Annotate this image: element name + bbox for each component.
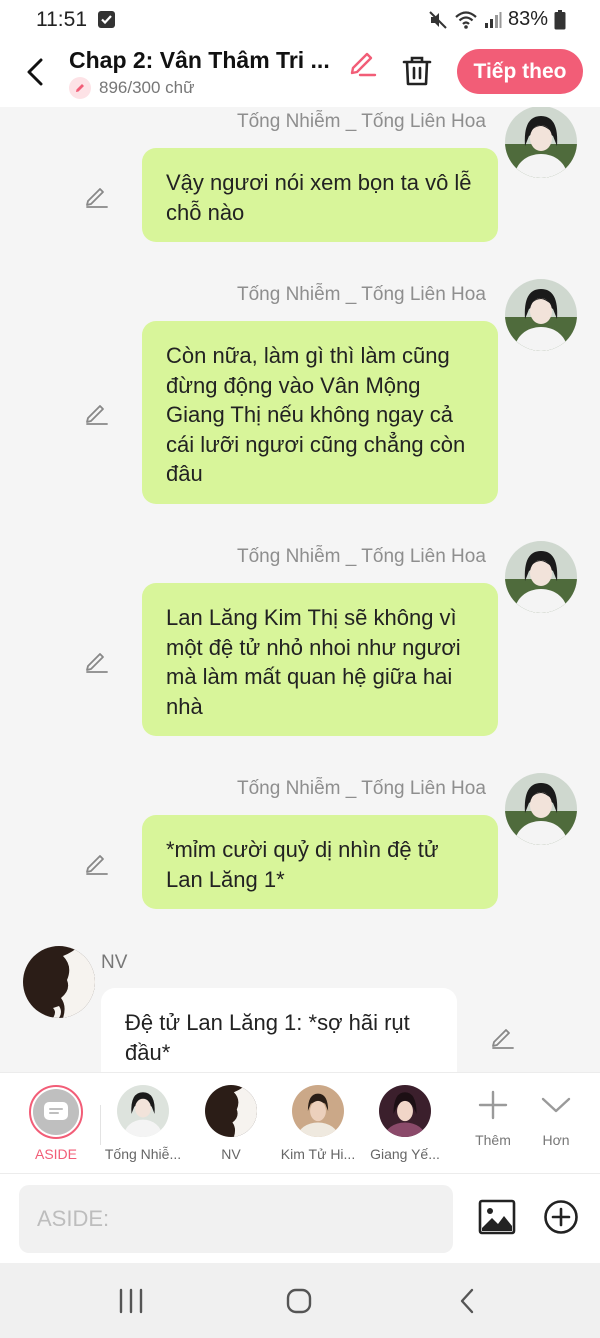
notification-check-icon xyxy=(98,11,115,28)
character-label: Giang Yế... xyxy=(370,1146,440,1162)
chat-area[interactable]: Tống Nhiễm _ Tống Liên Hoa Vậy ngươi nói… xyxy=(0,107,600,1072)
signal-icon xyxy=(484,11,502,28)
character-label: Kim Tử Hi... xyxy=(280,1146,356,1162)
message-sender: NV xyxy=(101,952,128,973)
avatar[interactable] xyxy=(23,946,95,1018)
character-nv[interactable]: NV xyxy=(191,1085,271,1162)
edit-pencil-icon xyxy=(350,52,377,77)
message-bubble[interactable]: Vậy ngươi nói xem bọn ta vô lễ chỗ nào xyxy=(142,148,498,242)
aside-bubble-icon xyxy=(44,1102,68,1120)
trash-icon xyxy=(402,56,432,86)
character-label: Tống Nhiễ... xyxy=(104,1146,182,1162)
avatar xyxy=(379,1085,431,1137)
avatar[interactable] xyxy=(505,279,577,351)
message-bubble[interactable]: *mỉm cười quỷ dị nhìn đệ tử Lan Lăng 1* xyxy=(142,815,498,909)
message-bubble[interactable]: Đệ tử Lan Lăng 1: *sợ hãi rụt đầu* xyxy=(101,988,457,1072)
back-button[interactable] xyxy=(20,52,50,92)
chevron-down-icon xyxy=(541,1097,571,1113)
recent-apps-button[interactable] xyxy=(111,1283,151,1319)
more-label: Hơn xyxy=(542,1132,570,1148)
add-character-button[interactable]: Thêm xyxy=(463,1089,523,1148)
pencil-badge-icon xyxy=(69,77,91,99)
mute-icon xyxy=(429,10,447,29)
insert-image-button[interactable] xyxy=(478,1198,516,1236)
next-button[interactable]: Tiếp theo xyxy=(457,49,583,94)
recent-apps-icon xyxy=(119,1288,143,1314)
plus-icon xyxy=(478,1090,508,1120)
aside-input[interactable] xyxy=(19,1185,453,1253)
home-icon xyxy=(286,1288,312,1314)
status-time: 11:51 xyxy=(36,8,87,31)
character-giang-yem-ly[interactable]: Giang Yế... xyxy=(365,1085,445,1162)
avatar[interactable] xyxy=(505,541,577,613)
edit-message-icon[interactable] xyxy=(84,182,110,208)
back-chevron-icon xyxy=(460,1288,474,1314)
battery-percent: 83% xyxy=(507,8,548,30)
add-content-button[interactable] xyxy=(543,1199,579,1235)
battery-icon xyxy=(554,9,566,29)
message-sender: Tống Nhiễm _ Tống Liên Hoa xyxy=(237,111,486,132)
avatar xyxy=(292,1085,344,1137)
add-label: Thêm xyxy=(475,1132,511,1148)
avatar[interactable] xyxy=(505,773,577,845)
character-selector: ASIDE Tống Nhiễ... NV Kim Tử Hi... Giang… xyxy=(0,1072,600,1173)
character-aside[interactable]: ASIDE xyxy=(16,1085,96,1162)
character-label: NV xyxy=(221,1146,241,1162)
message-sender: Tống Nhiễm _ Tống Liên Hoa xyxy=(237,546,486,567)
wifi-icon xyxy=(455,10,477,29)
edit-message-icon[interactable] xyxy=(84,647,110,673)
plus-circle-icon xyxy=(544,1200,578,1234)
character-label: ASIDE xyxy=(34,1146,77,1162)
message-bubble[interactable]: Còn nữa, làm gì thì làm cũng đừng động v… xyxy=(142,321,498,504)
avatar[interactable] xyxy=(505,107,577,178)
status-bar: 11:51 83% xyxy=(0,0,600,40)
divider xyxy=(100,1105,101,1145)
image-icon xyxy=(478,1199,516,1235)
edit-message-icon[interactable] xyxy=(84,399,110,425)
character-tong-nhiem[interactable]: Tống Nhiễ... xyxy=(103,1085,183,1162)
delete-button[interactable] xyxy=(400,54,434,88)
message-sender: Tống Nhiễm _ Tống Liên Hoa xyxy=(237,284,486,305)
back-arrow-icon xyxy=(27,58,43,86)
system-navigation-bar xyxy=(0,1263,600,1338)
more-button[interactable]: Hơn xyxy=(526,1089,586,1148)
word-count-text: 896/300 chữ xyxy=(99,78,195,97)
chapter-header: Chap 2: Vân Thâm Tri ... 896/300 chữ Tiế… xyxy=(0,40,600,107)
message-sender: Tống Nhiễm _ Tống Liên Hoa xyxy=(237,778,486,799)
edit-message-icon[interactable] xyxy=(84,849,110,875)
status-icons: 83% xyxy=(428,8,566,31)
avatar xyxy=(205,1085,257,1137)
word-count: 896/300 chữ xyxy=(69,77,195,99)
edit-message-icon[interactable] xyxy=(490,1023,516,1049)
message-bubble[interactable]: Lan Lăng Kim Thị sẽ không vì một đệ tử n… xyxy=(142,583,498,736)
home-button[interactable] xyxy=(279,1283,319,1319)
avatar xyxy=(117,1085,169,1137)
edit-title-button[interactable] xyxy=(346,46,378,78)
system-back-button[interactable] xyxy=(447,1283,487,1319)
character-kim-tu-hien[interactable]: Kim Tử Hi... xyxy=(278,1085,358,1162)
composer xyxy=(0,1173,600,1263)
chapter-title: Chap 2: Vân Thâm Tri ... xyxy=(69,47,330,73)
